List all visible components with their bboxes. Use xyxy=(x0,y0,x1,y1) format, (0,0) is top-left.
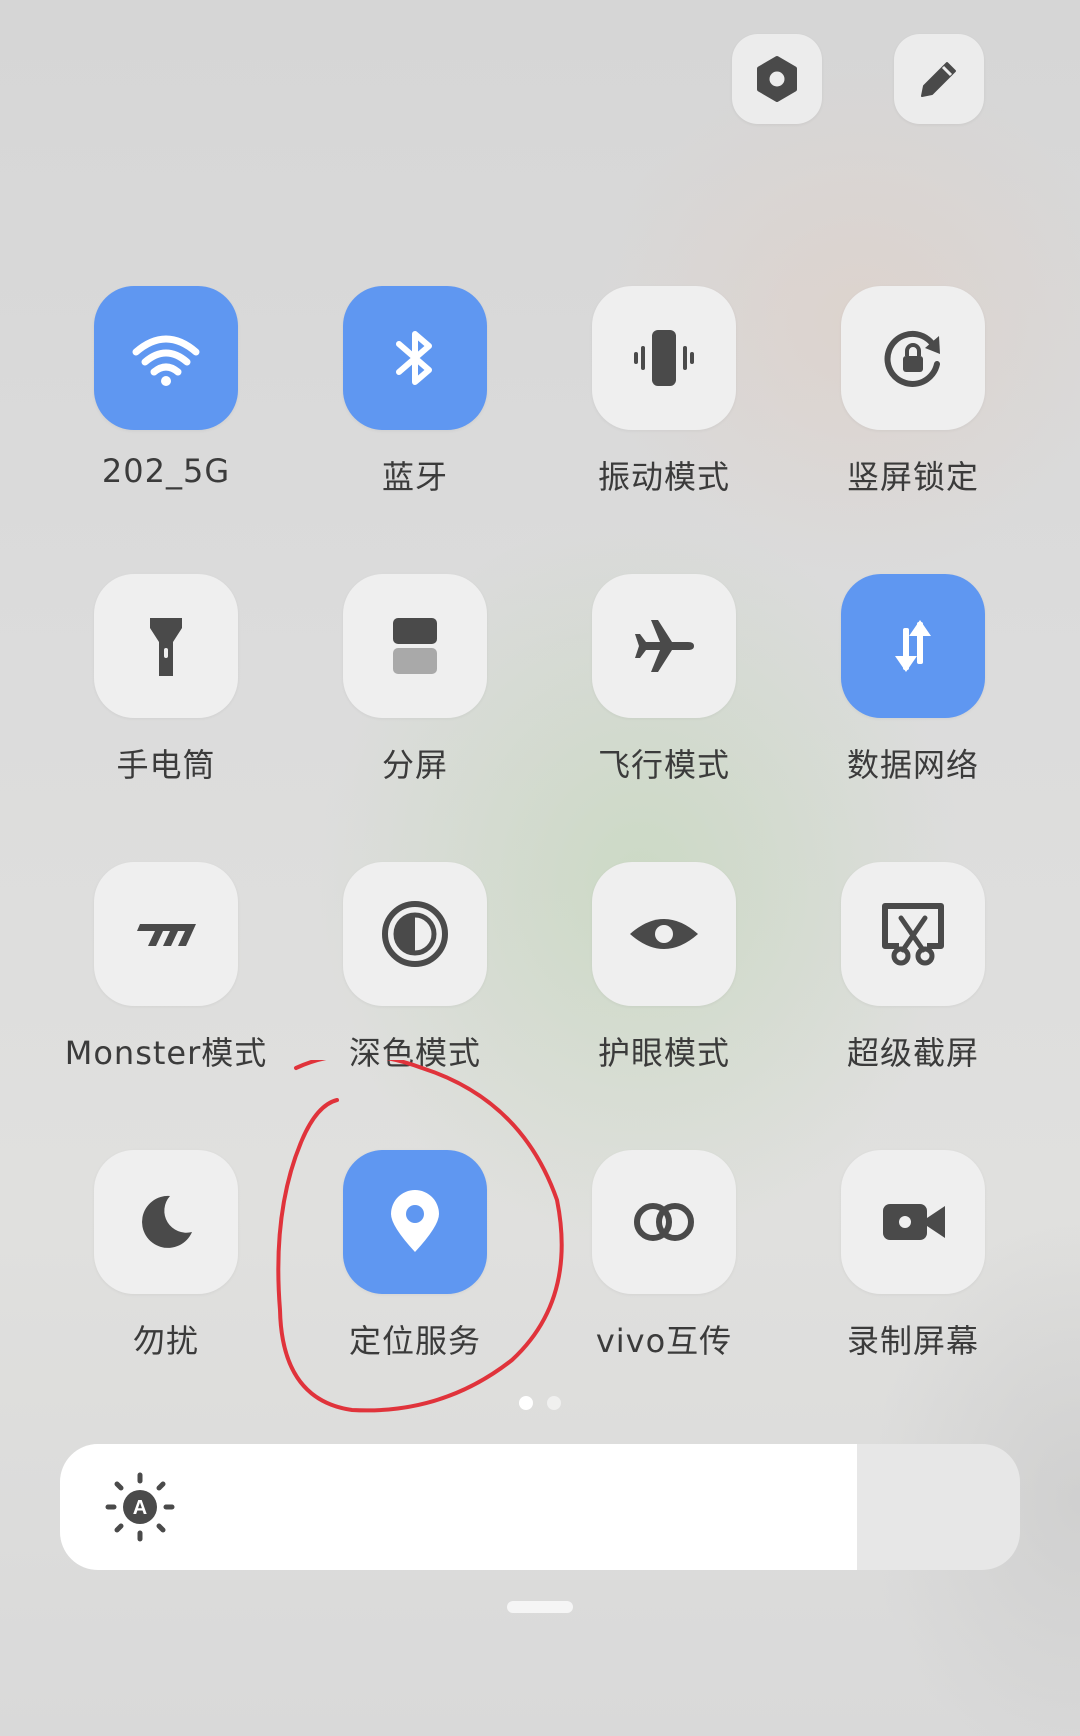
flashlight-tile-button[interactable] xyxy=(94,574,238,718)
airplane-icon xyxy=(635,620,694,672)
tile-label: 分屏 xyxy=(381,746,448,784)
tile-label: 竖屏锁定 xyxy=(846,458,979,496)
monster-mode-icon xyxy=(137,924,196,946)
bluetooth-tile-button[interactable] xyxy=(343,286,487,430)
vibrate-icon xyxy=(634,330,694,386)
tile-label: 振动模式 xyxy=(597,458,730,496)
screen-record-tile-button[interactable] xyxy=(841,1150,985,1294)
tile-eye-care[interactable]: 护眼模式 xyxy=(539,862,789,1102)
tile-do-not-disturb[interactable]: 勿扰 xyxy=(41,1150,291,1390)
tile-label: 深色模式 xyxy=(348,1034,481,1072)
location-pin-icon xyxy=(391,1190,439,1252)
tile-airplane[interactable]: 飞行模式 xyxy=(539,574,789,814)
bluetooth-icon xyxy=(396,331,432,385)
location-tile-button[interactable] xyxy=(343,1150,487,1294)
tile-label: 录制屏幕 xyxy=(846,1322,979,1360)
tile-split-screen[interactable]: 分屏 xyxy=(290,574,540,814)
tile-label: vivo互传 xyxy=(595,1322,733,1360)
brightness-slider[interactable]: A xyxy=(60,1444,1020,1570)
mobile-data-icon xyxy=(895,620,931,672)
eye-icon xyxy=(630,919,698,949)
page-dot-inactive[interactable] xyxy=(547,1396,561,1410)
tile-dark-mode[interactable]: 深色模式 xyxy=(290,862,540,1102)
vibrate-tile-button[interactable] xyxy=(592,286,736,430)
page-indicator xyxy=(0,1396,1080,1412)
tile-label: 蓝牙 xyxy=(381,458,448,496)
mobile-data-tile-button[interactable] xyxy=(841,574,985,718)
panel-drag-handle[interactable] xyxy=(507,1601,573,1613)
auto-brightness-icon: A xyxy=(105,1472,175,1542)
page-dot-active xyxy=(519,1396,533,1410)
tile-label: 护眼模式 xyxy=(597,1034,730,1072)
tile-label: 数据网络 xyxy=(846,746,979,784)
vivo-share-tile-button[interactable] xyxy=(592,1150,736,1294)
airplane-tile-button[interactable] xyxy=(592,574,736,718)
tile-wifi[interactable]: 202_5G xyxy=(41,286,291,526)
moon-icon xyxy=(142,1195,192,1248)
tile-label: 飞行模式 xyxy=(597,746,730,784)
tile-vibrate[interactable]: 振动模式 xyxy=(539,286,789,526)
tile-super-screenshot[interactable]: 超级截屏 xyxy=(788,862,1038,1102)
tile-label: 勿扰 xyxy=(132,1322,199,1360)
tile-bluetooth[interactable]: 蓝牙 xyxy=(290,286,540,526)
eye-care-tile-button[interactable] xyxy=(592,862,736,1006)
tile-monster-mode[interactable]: Monster模式 xyxy=(41,862,291,1102)
tile-vivo-share[interactable]: vivo互传 xyxy=(539,1150,789,1390)
split-screen-tile-button[interactable] xyxy=(343,574,487,718)
tile-location[interactable]: 定位服务 xyxy=(290,1150,540,1390)
wifi-tile-button[interactable] xyxy=(94,286,238,430)
wifi-icon xyxy=(132,335,200,386)
auto-brightness-letter: A xyxy=(133,1497,147,1519)
tile-rotation-lock[interactable]: 竖屏锁定 xyxy=(788,286,1038,526)
dark-mode-tile-button[interactable] xyxy=(343,862,487,1006)
tile-label: 超级截屏 xyxy=(846,1034,979,1072)
brightness-level-fill[interactable] xyxy=(60,1444,857,1570)
split-screen-icon xyxy=(393,618,437,674)
tile-label: 202_5G xyxy=(101,452,231,490)
tile-screen-record[interactable]: 录制屏幕 xyxy=(788,1150,1038,1390)
dark-mode-icon xyxy=(382,901,448,967)
rotation-lock-icon xyxy=(884,330,940,387)
rotation-lock-tile-button[interactable] xyxy=(841,286,985,430)
quick-settings-grid: 202_5G 蓝牙 振动模式 竖屏锁定 手电筒 分屏 飞行模式 数据网络 Mon… xyxy=(0,0,1080,1400)
video-camera-icon xyxy=(883,1204,945,1240)
do-not-disturb-tile-button[interactable] xyxy=(94,1150,238,1294)
monster-mode-tile-button[interactable] xyxy=(94,862,238,1006)
tile-label: 手电筒 xyxy=(116,746,216,784)
super-screenshot-tile-button[interactable] xyxy=(841,862,985,1006)
tile-flashlight[interactable]: 手电筒 xyxy=(41,574,291,814)
tile-label: Monster模式 xyxy=(64,1034,268,1072)
tile-mobile-data[interactable]: 数据网络 xyxy=(788,574,1038,814)
tile-label: 定位服务 xyxy=(348,1322,481,1360)
screenshot-scissors-icon xyxy=(882,903,944,966)
link-rings-icon xyxy=(634,1203,694,1241)
flashlight-icon xyxy=(150,618,182,676)
